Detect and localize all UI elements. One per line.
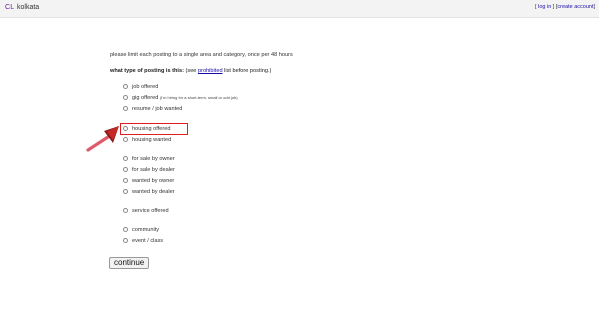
radio-button[interactable] [123,155,128,161]
option-community[interactable]: community [123,226,160,235]
radio-button[interactable] [123,207,128,213]
option-label: housing wanted [132,137,172,143]
option-service-offered[interactable]: service offered [123,207,169,216]
option-for-sale-by-owner[interactable]: for sale by owner [123,155,175,164]
option-label: event / class [132,238,164,244]
bracket: ] [552,4,555,10]
see-suffix: list before posting.) [224,68,272,74]
option-gig-offered[interactable]: gig offered (I'm hiring for a short-term… [123,94,238,103]
radio-button[interactable] [123,188,128,194]
bracket: ] [593,4,595,10]
pointer-arrow-icon [86,126,119,152]
radio-button[interactable] [123,105,128,111]
option-label: wanted by owner [132,178,175,184]
option-label: service offered [132,208,169,214]
option-event-class[interactable]: event / class [123,237,164,246]
posting-limit-text: please limit each posting to a single ar… [110,52,293,58]
account-links: [ log in ] [create account] [535,4,595,10]
login-link[interactable]: log in [538,4,551,10]
continue-button[interactable]: continue [109,257,150,269]
option-label: for sale by owner [132,156,175,162]
option-housing-wanted[interactable]: housing wanted [123,136,172,145]
radio-button[interactable] [123,136,128,142]
radio-button[interactable] [123,94,128,100]
option-label: wanted by dealer [132,189,175,195]
radio-button[interactable] [123,237,128,243]
bracket: [ [535,4,537,10]
radio-button[interactable] [123,83,128,89]
option-label: for sale by dealer [132,167,175,173]
option-wanted-by-dealer[interactable]: wanted by dealer [123,188,175,197]
option-label: resume / job wanted [132,106,183,112]
posting-type-question: what type of posting is this: (see prohi… [110,68,271,74]
top-bar: CL kolkata [ log in ] [create account] [0,0,599,18]
option-job-offered[interactable]: job offered [123,83,159,92]
option-label: gig offered [132,95,159,101]
radio-button[interactable] [123,226,128,232]
option-label: community [132,227,160,233]
option-for-sale-by-dealer[interactable]: for sale by dealer [123,166,175,175]
radio-button[interactable] [123,166,128,172]
option-label: job offered [132,84,159,90]
craigslist-logo[interactable]: CL [5,4,14,11]
option-resume-job-wanted[interactable]: resume / job wanted [123,105,183,114]
option-note: (I'm hiring for a short-term, small or o… [159,95,238,100]
option-wanted-by-owner[interactable]: wanted by owner [123,177,175,186]
radio-button[interactable] [123,177,128,183]
city-name[interactable]: kolkata [17,4,39,11]
question-label: what type of posting is this: [110,68,184,74]
prohibited-link[interactable]: prohibited [198,68,223,74]
see-prefix: (see [185,68,197,74]
housing-offered-highlight-box [120,123,188,135]
create-account-link[interactable]: create account [557,4,593,10]
